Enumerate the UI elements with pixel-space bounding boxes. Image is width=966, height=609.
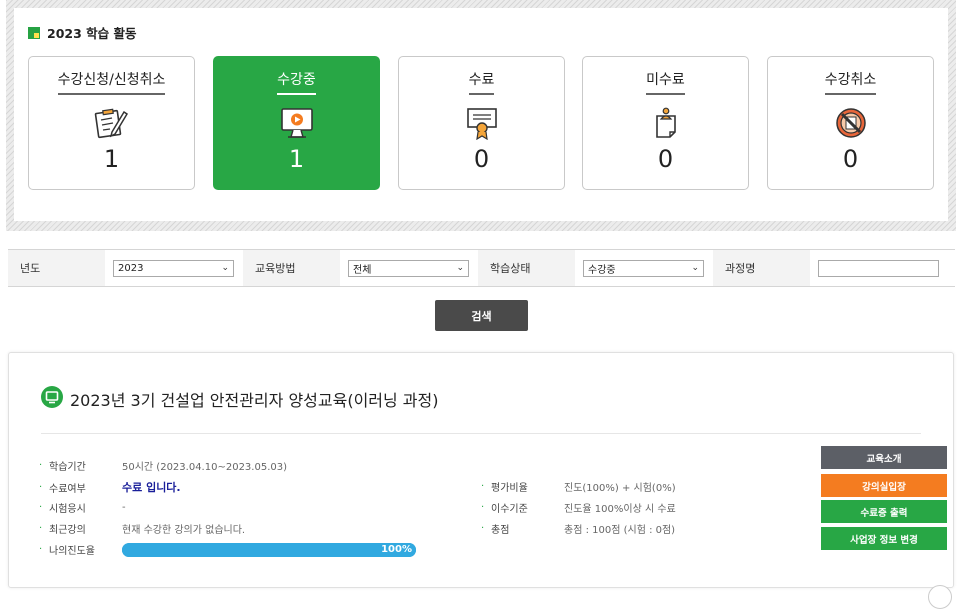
card-label: 수료: [468, 69, 495, 95]
info-value: 50시간 (2023.04.10~2023.05.03): [122, 462, 287, 473]
card-in-progress[interactable]: 수강중 1: [213, 56, 380, 190]
progress-bar: 100%: [122, 542, 416, 557]
status-field: 수강중 ⌄: [575, 250, 713, 286]
info-value: 수료 입니다.: [122, 481, 181, 494]
bullet-icon: ·: [39, 481, 43, 493]
course-divider: [41, 433, 921, 434]
chevron-down-icon: ⌄: [456, 263, 464, 273]
info-value: 현재 수강한 강의가 없습니다.: [122, 525, 246, 536]
card-completed[interactable]: 수료 0: [398, 56, 565, 190]
info-label: 총점: [491, 525, 510, 536]
course-title-text: 2023년 3기 건설업 안전관리자 양성교육(이러닝 과정): [70, 391, 439, 410]
card-count: 0: [657, 145, 674, 173]
filter-bar: 년도 2023 ⌄ 교육방법 전체 ⌄ 학습상태 수강중 ⌄ 과정명: [8, 249, 955, 287]
video-play-icon: [279, 105, 315, 141]
card-label: 수강신청/신청취소: [57, 69, 166, 95]
info-label: 수료여부: [49, 483, 86, 495]
course-name-label: 과정명: [713, 250, 810, 286]
status-select-value: 수강중: [588, 264, 616, 276]
year-field: 2023 ⌄: [105, 250, 243, 286]
monitor-icon: [41, 386, 63, 412]
card-cancelled[interactable]: 수강취소 0: [767, 56, 934, 190]
info-value: -: [122, 502, 126, 513]
chevron-down-icon: ⌄: [691, 263, 699, 273]
status-select[interactable]: 수강중 ⌄: [583, 259, 704, 277]
bullet-icon: ·: [39, 544, 43, 555]
chevron-down-icon: ⌄: [221, 263, 229, 273]
info-row-eval: · 평가비율 진도(100%) + 시험(0%): [481, 479, 676, 494]
certificate-icon: [464, 105, 500, 141]
info-row-criteria: · 이수기준 진도율 100%이상 시 수료: [481, 500, 676, 515]
course-name-field: [810, 250, 955, 286]
year-select[interactable]: 2023 ⌄: [113, 259, 234, 277]
card-count: 0: [473, 145, 490, 173]
year-label: 년도: [8, 250, 105, 286]
info-label: 시험응시: [49, 504, 86, 515]
method-select-value: 전체: [353, 264, 372, 276]
document-person-icon: [648, 105, 684, 141]
card-count: 1: [288, 145, 305, 173]
info-label: 학습기간: [49, 462, 86, 473]
change-company-info-button[interactable]: 사업장 정보 변경: [821, 527, 947, 550]
method-field: 전체 ⌄: [340, 250, 478, 286]
course-name-input[interactable]: [818, 259, 939, 277]
info-row-exam: · 시험응시 -: [39, 500, 126, 515]
bullet-icon: ·: [481, 481, 485, 492]
bullet-icon: ·: [39, 523, 43, 534]
info-label: 평가비율: [491, 483, 528, 494]
card-not-completed[interactable]: 미수료 0: [582, 56, 749, 190]
info-label: 이수기준: [491, 504, 528, 515]
progress-text: 100%: [381, 543, 412, 555]
info-value: 진도(100%) + 시험(0%): [564, 483, 676, 494]
card-count: 0: [842, 145, 859, 173]
bullet-icon: ·: [39, 502, 43, 513]
scroll-top-button[interactable]: [928, 585, 952, 609]
card-count: 1: [103, 145, 120, 173]
info-label: 최근강의: [49, 525, 86, 536]
method-label: 교육방법: [243, 250, 340, 286]
prohibited-icon: [833, 105, 869, 141]
info-row-completion: · 수료여부 수료 입니다.: [39, 479, 181, 495]
card-label: 수강중: [277, 69, 316, 95]
bullet-icon: ·: [481, 502, 485, 513]
progress-fill: [122, 542, 416, 557]
info-row-score: · 총점 총점 : 100점 (시험 : 0점): [481, 521, 675, 536]
intro-button[interactable]: 교육소개: [821, 446, 947, 469]
info-label: 나의진도율: [49, 546, 95, 557]
bullet-icon: ·: [39, 460, 43, 471]
info-row-progress: · 나의진도율 100%: [39, 542, 416, 557]
info-value: 진도율 100%이상 시 수료: [564, 504, 676, 515]
card-label: 미수료: [646, 69, 685, 95]
activity-panel: 2023 학습 활동 수강신청/신청취소 1 수강중 1 수료 0 미수료 0 …: [6, 0, 956, 231]
activity-panel-inner: 2023 학습 활동 수강신청/신청취소 1 수강중 1 수료 0 미수료 0 …: [14, 8, 948, 221]
title-square-icon: [28, 26, 40, 39]
card-applied[interactable]: 수강신청/신청취소 1: [28, 56, 195, 190]
print-certificate-button[interactable]: 수료증 출력: [821, 500, 947, 523]
activity-title: 2023 학습 활동: [28, 23, 137, 42]
clipboard-pen-icon: [94, 105, 130, 141]
year-select-value: 2023: [118, 262, 144, 274]
bullet-icon: ·: [481, 523, 485, 534]
enter-classroom-button[interactable]: 강의실입장: [821, 474, 947, 497]
status-label: 학습상태: [478, 250, 575, 286]
course-card: 2023년 3기 건설업 안전관리자 양성교육(이러닝 과정) · 학습기간 5…: [8, 352, 954, 588]
info-row-period: · 학습기간 50시간 (2023.04.10~2023.05.03): [39, 458, 287, 473]
search-button[interactable]: 검색: [435, 300, 528, 331]
course-title: 2023년 3기 건설업 안전관리자 양성교육(이러닝 과정): [41, 386, 439, 412]
method-select[interactable]: 전체 ⌄: [348, 259, 469, 277]
activity-title-text: 2023 학습 활동: [47, 26, 137, 41]
info-row-recent: · 최근강의 현재 수강한 강의가 없습니다.: [39, 521, 245, 536]
card-label: 수강취소: [824, 69, 877, 95]
info-value: 총점 : 100점 (시험 : 0점): [564, 525, 676, 536]
